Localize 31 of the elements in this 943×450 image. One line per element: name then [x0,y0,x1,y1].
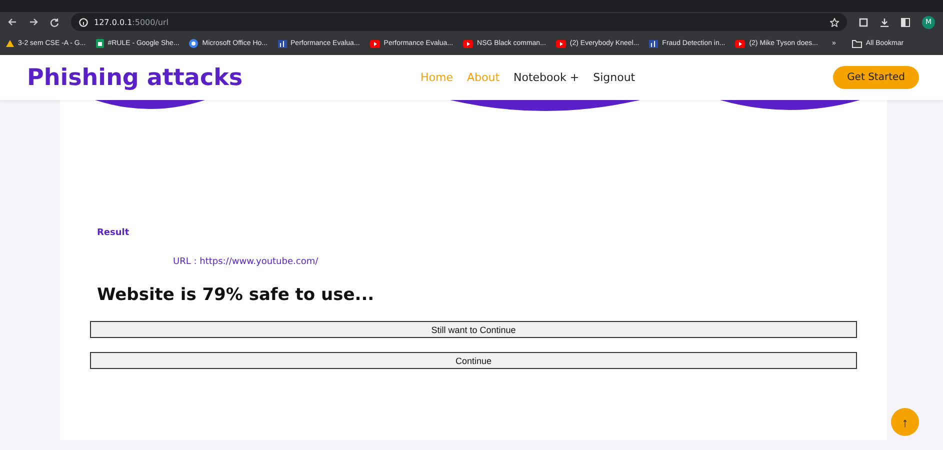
url-path: :5000/url [132,18,169,26]
play-icon [556,40,566,48]
result-heading: Result [97,228,130,238]
verdict-text: Website is 79% safe to use... [97,285,376,305]
drive-icon [6,40,14,48]
office-icon [189,39,198,48]
nav-link[interactable]: Signout [593,71,636,84]
continue-button[interactable]: Still want to Continue [90,321,857,338]
spreadsheet-icon [96,39,104,48]
chart-icon [278,40,287,48]
extensions-icon[interactable] [859,18,868,26]
star-icon[interactable] [830,18,839,26]
get-started-button[interactable]: Get Started [833,66,919,89]
back-to-top-button[interactable]: ↑ [891,408,919,436]
site-logo[interactable]: Phishing attacks [27,64,243,90]
play-icon [735,40,746,48]
forward-icon[interactable] [29,18,38,26]
back-icon[interactable] [8,18,17,26]
nav-link[interactable]: Notebook + [514,71,580,84]
download-icon[interactable] [880,18,889,26]
info-icon [79,18,88,26]
reload-icon[interactable] [50,18,59,26]
url-text: URL : https://www.youtube.com/ [173,257,320,267]
play-icon [370,40,380,48]
play-icon [463,40,474,48]
chart-icon [649,40,658,48]
folder-icon [852,40,862,48]
url-host: 127.0.0.1 [94,18,132,26]
address-bar[interactable]: 127.0.0.1:5000/url [71,13,847,31]
sidebar-icon[interactable] [901,18,910,26]
continue-button[interactable]: Continue [90,352,857,369]
